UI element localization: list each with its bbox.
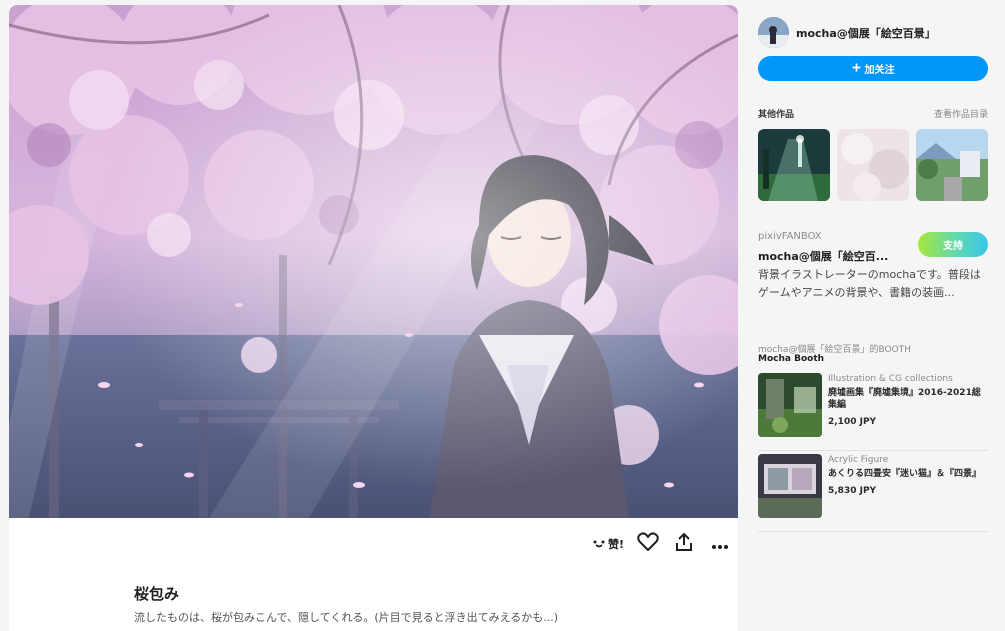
booth-item[interactable]: Illustration & CG collections 廃墟画集『廃墟集境』…	[758, 373, 988, 451]
like-button[interactable]: 赞!	[586, 536, 630, 552]
other-works-header: 其他作品 查看作品目录	[758, 107, 988, 120]
work-thumbnail[interactable]	[758, 129, 830, 201]
booth-item-price: 5,830 JPY	[828, 486, 877, 496]
booth-item[interactable]: Acrylic Figure あくりる四畳安『迷い猫』＆『四景』 5,830 J…	[758, 454, 988, 532]
fanbox-label: pixivFANBOX	[758, 231, 822, 242]
more-icon	[711, 535, 729, 554]
artwork-caption: 流したものは、桜が包みこんで、隠してくれる。(片目で見ると浮き出てみえるかも..…	[134, 611, 559, 624]
artwork-panel: 赞! 桜包み 流したものは、桜が包みこんで、隠してくれる。(片目で見ると浮き出て…	[9, 5, 738, 631]
other-works-thumbnails	[758, 129, 988, 201]
work-thumbnail[interactable]	[916, 129, 988, 201]
other-works-title: 其他作品	[758, 110, 795, 120]
page: 赞! 桜包み 流したものは、桜が包みこんで、隠してくれる。(片目で見ると浮き出て…	[0, 0, 1005, 631]
booth-item-category: Acrylic Figure	[828, 455, 889, 465]
author-profile[interactable]: mocha@個展「絵空百景」	[758, 17, 936, 48]
share-icon	[675, 532, 693, 556]
fanbox-description: 背景イラストレーターのmochaです。普段はゲームやアニメの背景や、書籍の装画.…	[758, 268, 981, 299]
booth-item-info: Illustration & CG collections 廃墟画集『廃墟集境』…	[828, 373, 988, 450]
booth-item-title[interactable]: 廃墟画集『廃墟集境』2016-2021総集編	[828, 387, 988, 411]
booth-item-thumbnail[interactable]	[758, 373, 822, 437]
fanbox-creator-name[interactable]: mocha@個展「絵空百...	[758, 248, 888, 264]
booth-item-thumbnail[interactable]	[758, 454, 822, 518]
follow-label: 加关注	[864, 65, 895, 76]
artwork-image[interactable]	[9, 5, 738, 518]
artwork-title: 桜包み	[134, 585, 180, 603]
avatar[interactable]	[758, 17, 789, 48]
bookmark-button[interactable]	[630, 530, 666, 558]
support-button[interactable]: 支持	[918, 232, 988, 257]
work-thumbnail[interactable]	[837, 129, 909, 201]
follow-button[interactable]: 加关注	[758, 56, 988, 81]
heart-icon	[637, 532, 659, 556]
sidebar: mocha@個展「絵空百景」 加关注 其他作品 查看作品目录 pixivFANB…	[758, 0, 988, 631]
booth-item-price: 2,100 JPY	[828, 417, 877, 427]
booth-item-title[interactable]: あくりる四畳安『迷い猫』＆『四景』	[828, 468, 981, 480]
artwork-actions: 赞!	[586, 530, 738, 558]
booth-item-category: Illustration & CG collections	[828, 374, 953, 384]
plus-icon	[852, 63, 861, 75]
booth-item-info: Acrylic Figure あくりる四畳安『迷い猫』＆『四景』 5,830 J…	[828, 454, 981, 531]
more-button[interactable]	[702, 530, 738, 558]
author-name[interactable]: mocha@個展「絵空百景」	[796, 25, 936, 41]
like-label: 赞!	[607, 538, 624, 551]
view-all-works-link[interactable]: 查看作品目录	[934, 107, 988, 120]
booth-shop-name[interactable]: Mocha Booth	[758, 354, 824, 364]
like-face-icon	[592, 537, 606, 552]
share-button[interactable]	[666, 530, 702, 558]
